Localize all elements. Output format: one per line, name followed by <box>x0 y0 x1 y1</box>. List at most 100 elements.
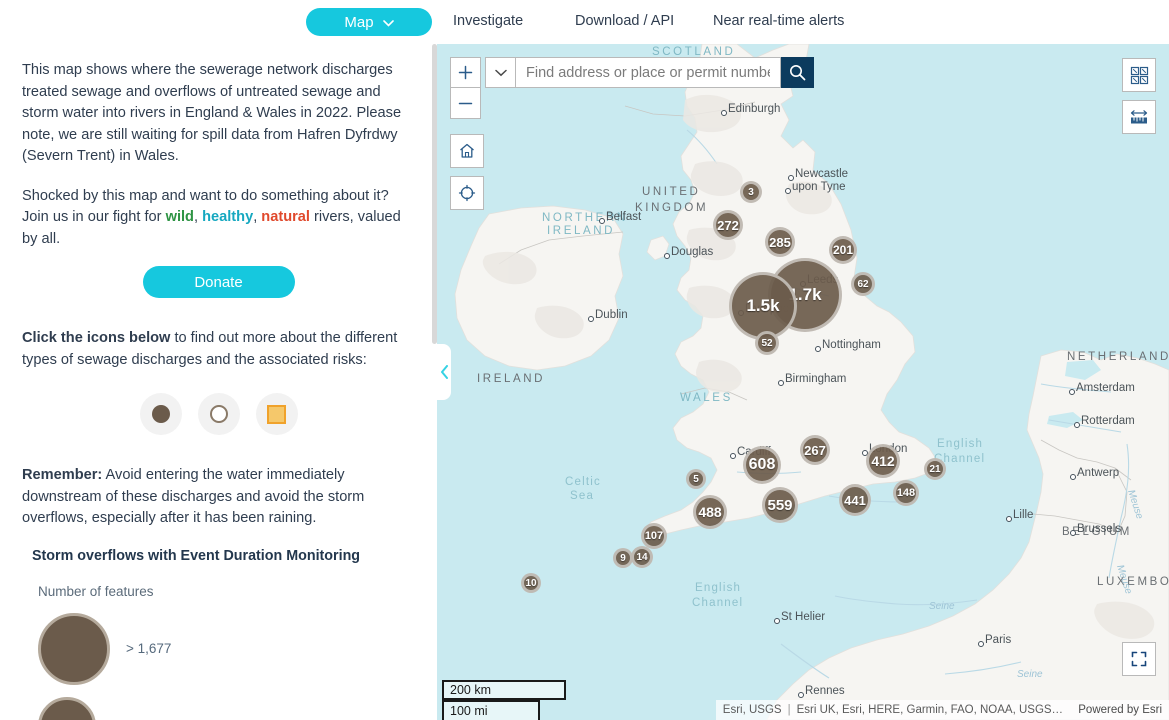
grid-icon <box>1130 66 1148 84</box>
city-marker-dot <box>1006 516 1012 522</box>
legend-item <box>38 696 415 720</box>
city-marker-dot <box>774 618 780 624</box>
intro-paragraph-2: Shocked by this map and want to do somet… <box>22 186 415 251</box>
locate-button[interactable] <box>450 176 484 210</box>
city-marker-dot <box>788 175 794 181</box>
home-icon <box>460 143 474 158</box>
map-cluster-bubble[interactable]: 3 <box>740 181 762 203</box>
intro-paragraph-1: This map shows where the sewerage networ… <box>22 62 402 164</box>
city-marker-dot <box>778 380 784 386</box>
map-scalebar: 200 km 100 mi <box>442 680 566 720</box>
map-cluster-bubble[interactable]: 21 <box>924 458 946 480</box>
map-search-bar <box>485 57 814 88</box>
chevron-left-icon <box>440 365 448 379</box>
map-attribution: Esri, USGS | Esri UK, Esri, HERE, Garmin… <box>715 700 1169 720</box>
map-canvas[interactable]: SCOTLAND NORTHERN IRELAND UNITED KINGDOM… <box>437 44 1169 720</box>
nav-link-download-api[interactable]: Download / API <box>575 13 674 29</box>
map-cluster-bubble[interactable]: 201 <box>829 236 857 264</box>
map-cluster-bubble[interactable]: 5 <box>686 469 706 489</box>
icons-lead-paragraph: Click the icons below to find out more a… <box>22 328 415 371</box>
expand-icon <box>1131 651 1147 667</box>
zoom-out-button[interactable] <box>450 88 481 119</box>
map-cluster-bubble[interactable]: 62 <box>851 272 875 296</box>
map-cluster-bubble[interactable]: 1.5k <box>729 272 797 340</box>
word-natural: natural <box>261 209 310 225</box>
remember-paragraph: Remember: Avoid entering the water immed… <box>22 465 415 530</box>
search-submit-button[interactable] <box>781 57 814 88</box>
city-marker-dot <box>721 110 727 116</box>
search-icon <box>790 65 806 81</box>
discharge-type-orange-square-button[interactable] <box>255 393 298 435</box>
scalebar-metric: 200 km <box>442 680 566 700</box>
page-root: Map Investigate Download / API Near real… <box>0 0 1169 720</box>
info-sidebar: This map shows where the sewerage networ… <box>0 44 437 720</box>
plus-icon <box>458 65 473 80</box>
city-marker-dot <box>588 316 594 322</box>
map-cluster-bubble[interactable]: 285 <box>765 227 795 257</box>
basemap-gallery-button[interactable] <box>1122 58 1156 92</box>
zoom-in-button[interactable] <box>450 57 481 88</box>
map-cluster-bubble[interactable]: 52 <box>755 331 779 355</box>
search-input[interactable] <box>516 57 781 88</box>
discharge-type-icon-row <box>22 393 415 435</box>
sidebar-collapse-handle[interactable] <box>437 344 451 400</box>
donate-button[interactable]: Donate <box>142 266 295 298</box>
hollow-circle-icon <box>209 405 228 423</box>
city-marker-dot <box>1070 530 1076 536</box>
locate-icon <box>458 184 476 202</box>
legend-title: Storm overflows with Event Duration Moni… <box>32 547 361 564</box>
map-cluster-bubble[interactable]: 412 <box>866 444 900 478</box>
attribution-separator-2 <box>1069 704 1072 716</box>
chevron-down-icon <box>382 14 394 31</box>
attribution-middle: Esri UK, Esri, HERE, Garmin, FAO, NOAA, … <box>796 704 1064 716</box>
city-marker-dot <box>1070 474 1076 480</box>
attribution-left: Esri, USGS <box>722 704 782 716</box>
map-cluster-bubble[interactable]: 441 <box>839 484 871 516</box>
city-marker-dot <box>1069 389 1075 395</box>
city-marker-dot <box>798 692 804 698</box>
word-wild: wild <box>165 209 194 225</box>
legend-symbol-circle <box>38 612 110 685</box>
nav-link-near-real-time-alerts[interactable]: Near real-time alerts <box>713 13 844 29</box>
map-cluster-bubble[interactable]: 559 <box>762 487 798 523</box>
map-cluster-bubble[interactable]: 148 <box>893 480 919 506</box>
search-category-dropdown-button[interactable] <box>485 57 516 88</box>
scalebar-imperial: 100 mi <box>442 700 540 720</box>
map-cluster-bubble[interactable]: 488 <box>693 495 727 529</box>
home-button[interactable] <box>450 134 484 168</box>
map-cluster-bubble[interactable]: 14 <box>631 546 653 568</box>
city-marker-dot <box>978 641 984 647</box>
legend-subtitle: Number of features <box>38 583 154 599</box>
icons-lead-bold: Click the icons below <box>22 330 171 346</box>
top-navigation: Map Investigate Download / API Near real… <box>0 0 1169 44</box>
basemap-graphics <box>437 44 1169 720</box>
map-cluster-bubble[interactable]: 272 <box>713 210 743 240</box>
donate-row: Donate <box>22 266 415 298</box>
map-dropdown-label: Map <box>344 13 374 31</box>
filled-circle-icon <box>151 405 170 423</box>
map-cluster-bubble[interactable]: 10 <box>521 573 541 593</box>
map-dropdown-button[interactable]: Map <box>306 8 432 36</box>
map-cluster-bubble[interactable]: 267 <box>800 435 830 465</box>
measure-button[interactable] <box>1122 100 1156 134</box>
attribution-separator: | <box>787 704 791 716</box>
map-cluster-bubble[interactable]: 9 <box>613 548 633 568</box>
map-cluster-bubble[interactable]: 608 <box>743 446 781 484</box>
discharge-type-hollow-circle-button[interactable] <box>197 393 240 435</box>
fullscreen-button[interactable] <box>1122 642 1156 676</box>
legend-item: > 1,677 <box>38 612 415 685</box>
map-cluster-bubble[interactable]: 107 <box>641 523 667 549</box>
city-marker-dot <box>599 218 605 224</box>
word-healthy: healthy <box>202 209 254 225</box>
legend-item-list: > 1,677 <box>22 612 415 720</box>
city-marker-dot <box>1074 422 1080 428</box>
discharge-type-filled-circle-button[interactable] <box>139 393 182 435</box>
attribution-powered-by[interactable]: Powered by Esri <box>1078 704 1162 716</box>
measure-icon <box>1130 110 1148 124</box>
nav-link-investigate[interactable]: Investigate <box>453 13 523 29</box>
chevron-down-icon <box>494 69 507 76</box>
city-marker-dot <box>664 253 670 259</box>
minus-icon <box>458 102 473 104</box>
legend-item-label: > 1,677 <box>126 641 172 656</box>
orange-square-icon <box>267 404 286 424</box>
